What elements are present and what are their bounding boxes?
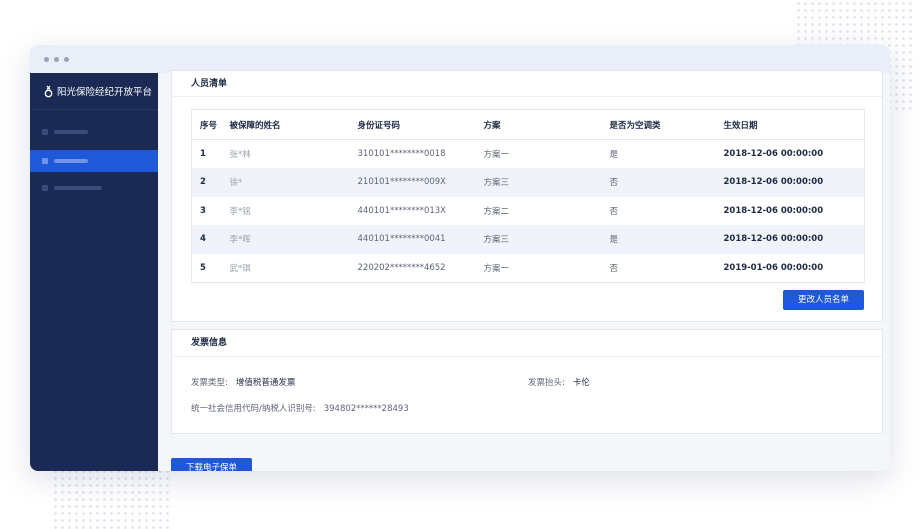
sidebar-item-label [54, 159, 88, 163]
cell-ac: 是 [609, 225, 724, 254]
cell-id: 220202********4652 [357, 262, 446, 273]
invoice-card: 发票信息 发票类型: 增值税普通发票 发票抬头: 卡伦 统一社会信用代码/纳税人识别… [171, 329, 883, 434]
cell-no: 1 [200, 149, 206, 159]
cell-plan: 方案三 [483, 225, 610, 254]
table-header-row: 序号 被保障的姓名 身份证号码 方案 是否为空调类 生效日期 [191, 109, 865, 140]
column-header: 方案 [483, 109, 610, 140]
cell-ac: 是 [609, 150, 619, 160]
sidebar-item-2[interactable] [30, 150, 158, 172]
change-people-list-button[interactable]: 更改人员名单 [783, 290, 864, 310]
invoice-header-row: 发票抬头: 卡伦 [528, 376, 590, 388]
cell-date: 2018-12-06 00:00:00 [723, 205, 824, 216]
tax-id-value: 394802******28493 [323, 404, 409, 414]
cell-plan: 方案一 [483, 263, 510, 274]
invoice-type-value: 增值税普通发票 [235, 378, 296, 388]
cell-name: 张*林 [229, 150, 251, 160]
cell-name: 武*琪 [229, 263, 251, 274]
cell-ac: 否 [609, 168, 724, 197]
sidebar-item-label [54, 186, 102, 190]
table-row: 5 武*琪 220202********4652 方案一 否 2019-01-0… [192, 254, 865, 283]
tax-id-row: 统一社会信用代码/纳税人识别号: 394802******28493 [191, 402, 409, 414]
cell-id: 440101********013X [357, 205, 447, 216]
invoice-header-label: 发票抬头: [528, 378, 565, 388]
people-list-title: 人员清单 [172, 71, 882, 97]
decorative-dot-grid [52, 468, 172, 529]
cell-ac: 否 [609, 206, 619, 217]
sidebar-item-label [54, 130, 88, 134]
column-header: 被保障的姓名 [229, 109, 358, 140]
invoice-header-value: 卡伦 [572, 378, 590, 388]
cell-name: 徐* [229, 168, 358, 197]
sidebar: 阳光保险经纪开放平台 [30, 73, 158, 471]
cell-no: 5 [200, 262, 206, 273]
column-header: 是否为空调类 [609, 109, 724, 140]
brand-logo-icon [44, 85, 53, 97]
cell-id: 210101********009X [357, 168, 484, 197]
cell-date: 2019-01-06 00:00:00 [723, 262, 824, 273]
table-row: 4 李*晖 440101********0041 方案三 是 2018-12-0… [191, 225, 865, 254]
cell-plan: 方案一 [483, 150, 510, 160]
cell-date: 2018-12-06 00:00:00 [723, 168, 865, 197]
window-titlebar [30, 45, 890, 73]
download-policy-button[interactable]: 下载电子保单 [171, 458, 252, 471]
cell-date: 2018-12-06 00:00:00 [723, 225, 865, 254]
cell-no: 2 [191, 168, 230, 197]
sidebar-item-1[interactable] [30, 121, 158, 143]
brand-name: 阳光保险经纪开放平台 [57, 87, 153, 98]
table-row: 3 李*铭 440101********013X 方案二 否 2018-12-0… [192, 197, 865, 226]
menu-icon [42, 158, 48, 164]
invoice-type-label: 发票类型: [191, 378, 228, 388]
sidebar-item-3[interactable] [30, 177, 158, 199]
invoice-type-row: 发票类型: 增值税普通发票 [191, 376, 295, 388]
people-list-card: 人员清单 序号 被保障的姓名 身份证号码 方案 是否为空调类 生效日期 1 张*… [171, 70, 883, 322]
invoice-title: 发票信息 [172, 330, 882, 357]
tax-id-label: 统一社会信用代码/纳税人识别号: [191, 404, 316, 414]
cell-ac: 否 [609, 263, 619, 274]
brand[interactable]: 阳光保险经纪开放平台 [30, 73, 158, 109]
table-row: 1 张*林 310101********0018 方案一 是 2018-12-0… [192, 140, 865, 169]
window-dot-icon [44, 57, 49, 62]
menu-icon [42, 129, 48, 135]
column-header: 序号 [191, 109, 230, 140]
cell-no: 4 [191, 225, 230, 254]
cell-id: 310101********0018 [357, 149, 446, 159]
column-header: 身份证号码 [357, 109, 484, 140]
app-window: 阳光保险经纪开放平台 人员清单 序号 被保障的姓名 身份证号码 方案 是否为空调… [30, 45, 890, 471]
table-row: 2 徐* 210101********009X 方案三 否 2018-12-06… [191, 168, 865, 197]
window-dot-icon [64, 57, 69, 62]
window-dot-icon [54, 57, 59, 62]
divider [30, 109, 158, 110]
cell-id: 440101********0041 [357, 225, 484, 254]
main-content: 人员清单 序号 被保障的姓名 身份证号码 方案 是否为空调类 生效日期 1 张*… [158, 70, 890, 471]
cell-no: 3 [200, 205, 206, 216]
menu-icon [42, 185, 48, 191]
cell-plan: 方案二 [483, 206, 510, 217]
column-header: 生效日期 [723, 109, 865, 140]
people-table: 序号 被保障的姓名 身份证号码 方案 是否为空调类 生效日期 1 张*林 310… [191, 109, 865, 283]
cell-date: 2018-12-06 00:00:00 [723, 149, 824, 159]
cell-plan: 方案三 [483, 168, 610, 197]
cell-name: 李*铭 [229, 206, 251, 217]
cell-name: 李*晖 [229, 225, 358, 254]
